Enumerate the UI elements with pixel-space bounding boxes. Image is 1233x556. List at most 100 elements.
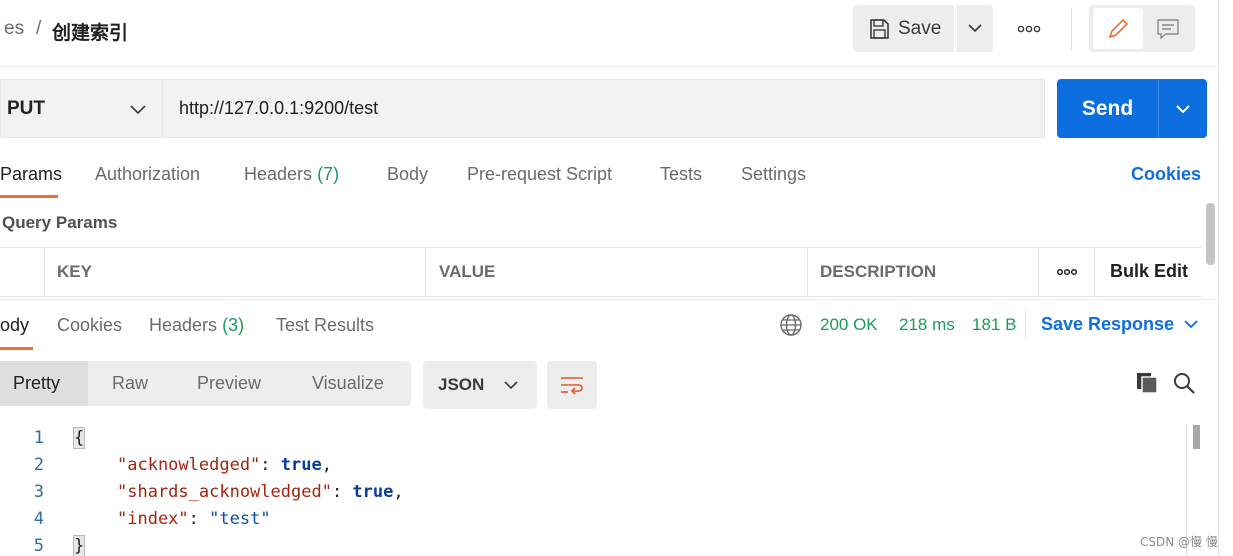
watermark: CSDN @慢 慢 bbox=[1140, 535, 1218, 549]
open-brace: { bbox=[72, 427, 86, 449]
globe-icon[interactable] bbox=[779, 313, 803, 337]
pencil-icon bbox=[1108, 18, 1129, 38]
tab-tests[interactable]: Tests bbox=[660, 164, 702, 185]
code-line[interactable]: "acknowledged": true, bbox=[117, 455, 332, 475]
column-header-value: VALUE bbox=[439, 262, 496, 281]
save-options-button[interactable] bbox=[957, 5, 993, 52]
tab-prerequest-script[interactable]: Pre-request Script bbox=[467, 164, 612, 185]
meta-divider bbox=[1025, 310, 1026, 340]
tab-settings[interactable]: Settings bbox=[741, 164, 806, 185]
copy-icon[interactable] bbox=[1135, 371, 1159, 395]
json-colon: : bbox=[331, 482, 353, 502]
tab-params[interactable]: Params bbox=[0, 164, 62, 185]
json-comma: , bbox=[393, 482, 404, 502]
format-value: JSON bbox=[438, 375, 485, 394]
chevron-down-icon bbox=[130, 105, 146, 115]
view-preview-button[interactable]: Preview bbox=[197, 373, 261, 394]
headers-count-badge: (7) bbox=[317, 164, 340, 184]
close-brace: } bbox=[72, 535, 86, 556]
code-line[interactable]: "shards_acknowledged": true, bbox=[117, 482, 404, 502]
breadcrumb-separator: / bbox=[36, 18, 42, 39]
view-visualize-button[interactable]: Visualize bbox=[312, 373, 384, 394]
save-response-button[interactable]: Save Response bbox=[1041, 314, 1198, 335]
json-key: "shards_acknowledged" bbox=[117, 482, 332, 502]
line-number: 2 bbox=[33, 455, 44, 475]
save-response-label: Save Response bbox=[1041, 314, 1175, 334]
chevron-down-icon bbox=[1176, 104, 1190, 113]
status-code[interactable]: 200 OK bbox=[820, 315, 878, 335]
code-line[interactable]: "index": "test" bbox=[117, 509, 271, 529]
json-colon: : bbox=[260, 455, 281, 475]
comments-button[interactable] bbox=[1146, 8, 1190, 49]
wrap-lines-icon bbox=[561, 377, 583, 395]
json-value: true bbox=[280, 455, 322, 475]
column-divider bbox=[425, 248, 426, 296]
params-more-button[interactable] bbox=[1054, 263, 1080, 281]
response-tab-cookies[interactable]: Cookies bbox=[57, 315, 122, 336]
response-size[interactable]: 181 B bbox=[972, 315, 1016, 335]
json-value: true bbox=[352, 482, 394, 502]
params-table bbox=[0, 247, 1201, 297]
breadcrumb-collection[interactable]: es bbox=[4, 18, 24, 40]
pane-border bbox=[1218, 0, 1219, 556]
comment-icon bbox=[1157, 18, 1179, 39]
code-scrollbar[interactable] bbox=[1193, 425, 1200, 449]
json-value: "test" bbox=[209, 509, 271, 529]
more-actions-button[interactable] bbox=[1010, 16, 1048, 41]
column-divider bbox=[807, 248, 808, 296]
active-tab-indicator bbox=[0, 347, 33, 350]
column-divider bbox=[44, 248, 45, 296]
response-tab-test-results[interactable]: Test Results bbox=[276, 315, 374, 336]
format-select[interactable]: JSON bbox=[423, 361, 537, 409]
line-number: 4 bbox=[33, 509, 44, 529]
query-params-heading: Query Params bbox=[2, 213, 118, 232]
save-icon bbox=[870, 18, 889, 39]
chevron-down-icon bbox=[1184, 320, 1198, 329]
json-colon: : bbox=[188, 509, 210, 529]
save-button[interactable]: Save bbox=[853, 5, 954, 52]
header-divider bbox=[1071, 8, 1072, 50]
response-tab-headers[interactable]: Headers (3) bbox=[149, 315, 244, 336]
tab-headers[interactable]: Headers (7) bbox=[244, 164, 339, 185]
chevron-down-icon bbox=[504, 380, 518, 389]
response-tab-body[interactable]: ody bbox=[0, 315, 29, 336]
tab-headers-label: Headers bbox=[244, 164, 313, 184]
request-scrollbar[interactable] bbox=[1206, 203, 1215, 265]
request-title[interactable]: 创建索引 bbox=[52, 18, 128, 45]
chevron-down-icon bbox=[968, 24, 982, 33]
line-number: 3 bbox=[33, 482, 44, 502]
send-button-label: Send bbox=[1081, 96, 1134, 120]
view-pretty-button[interactable]: Pretty bbox=[13, 373, 60, 394]
more-horizontal-icon bbox=[1056, 268, 1078, 276]
method-value: PUT bbox=[7, 97, 45, 119]
code-line[interactable]: } bbox=[72, 535, 86, 556]
edit-mode-button[interactable] bbox=[1093, 8, 1143, 49]
line-number: 5 bbox=[33, 536, 44, 556]
tab-body[interactable]: Body bbox=[387, 164, 428, 185]
send-button[interactable]: Send bbox=[1057, 79, 1158, 138]
column-header-key: KEY bbox=[57, 262, 92, 281]
json-key: "index" bbox=[117, 509, 189, 529]
wrap-lines-button[interactable] bbox=[547, 361, 597, 409]
save-button-label: Save bbox=[898, 17, 942, 39]
send-options-button[interactable] bbox=[1158, 79, 1207, 138]
code-line[interactable]: { bbox=[72, 427, 86, 449]
response-time[interactable]: 218 ms bbox=[899, 315, 955, 335]
more-horizontal-icon bbox=[1017, 25, 1041, 32]
url-value: http://127.0.0.1:9200/test bbox=[179, 98, 379, 118]
search-icon[interactable] bbox=[1172, 371, 1196, 395]
url-input[interactable]: http://127.0.0.1:9200/test bbox=[162, 79, 1045, 138]
view-raw-button[interactable]: Raw bbox=[112, 373, 148, 394]
tab-authorization[interactable]: Authorization bbox=[95, 164, 200, 185]
panel-splitter[interactable] bbox=[0, 299, 1218, 300]
cookies-link[interactable]: Cookies bbox=[1131, 164, 1201, 185]
line-number: 1 bbox=[33, 428, 44, 448]
response-headers-count-badge: (3) bbox=[222, 315, 245, 335]
active-tab-indicator bbox=[0, 195, 58, 198]
response-tab-headers-label: Headers bbox=[149, 315, 218, 335]
column-divider bbox=[1038, 248, 1039, 296]
column-header-description: DESCRIPTION bbox=[820, 262, 937, 281]
json-comma: , bbox=[321, 455, 332, 475]
column-divider bbox=[1094, 248, 1095, 296]
bulk-edit-button[interactable]: Bulk Edit bbox=[1110, 261, 1188, 282]
